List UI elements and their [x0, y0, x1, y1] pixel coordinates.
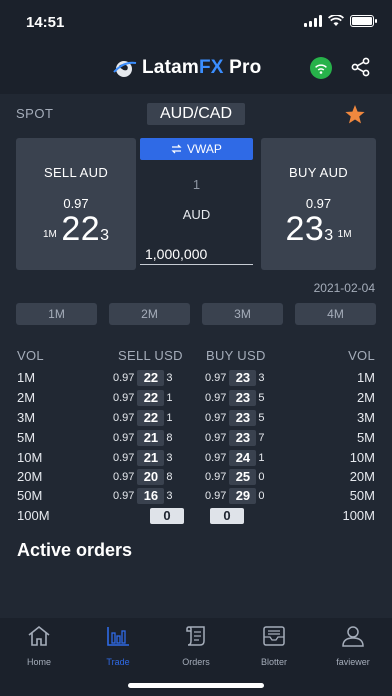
ladder-vol: 2M: [17, 390, 36, 405]
tab-home[interactable]: Home: [3, 624, 75, 667]
ladder-header-buy: BUY USD: [206, 348, 266, 363]
ladder-vol: 100M: [17, 508, 50, 523]
ladder-row: 50M 0.97 16 3 0.97 29 0 50M: [0, 486, 392, 506]
ladder-vol: 100M: [342, 508, 375, 523]
ladder-vol: 50M: [349, 488, 375, 503]
ladder-row: 20M 0.97 20 8 0.97 25 0 20M: [0, 467, 392, 487]
amount-input[interactable]: [140, 243, 253, 265]
ladder-vol: 20M: [349, 469, 375, 484]
tenor-button-2m[interactable]: 2M: [109, 303, 190, 325]
battery-icon: [350, 15, 377, 27]
vwap-label: VWAP: [187, 142, 222, 156]
ladder-sell-quote[interactable]: 0.97 22 1: [113, 389, 173, 407]
ladder-buy-quote[interactable]: 0.97 23 3: [205, 369, 265, 387]
tab-trade[interactable]: Trade: [82, 624, 154, 667]
ladder-sell-quote[interactable]: 0: [150, 507, 184, 525]
tenor-button-1m[interactable]: 1M: [16, 303, 97, 325]
ladder-vol: 3M: [17, 410, 36, 425]
connection-status-icon[interactable]: [310, 57, 332, 79]
cellular-signal-icon: [304, 15, 322, 27]
ladder-buy-quote[interactable]: 0.97 23 7: [205, 429, 265, 447]
sell-price-card[interactable]: SELL AUD 0.97 1M 223: [16, 138, 136, 270]
ladder-row: 100M 0 0 100M: [0, 506, 392, 526]
share-icon[interactable]: [350, 56, 372, 78]
brand-logo: LatamFX Pro: [112, 57, 261, 79]
buy-size: 1M: [337, 229, 352, 240]
ladder-sell-quote[interactable]: 0.97 21 8: [113, 429, 173, 447]
orders-icon: [186, 626, 205, 646]
home-indicator: [128, 683, 264, 688]
blotter-icon: [263, 626, 285, 646]
ladder-buy-quote[interactable]: 0.97 23 5: [205, 409, 265, 427]
buy-price-pip: 3: [324, 227, 334, 244]
ladder-vol: 3M: [356, 410, 375, 425]
currency-pair-selector[interactable]: AUD/CAD: [147, 103, 245, 125]
ladder-vol: 5M: [17, 430, 36, 445]
ladder-vol: 20M: [17, 469, 43, 484]
ladder-vol: 1M: [356, 370, 375, 385]
sell-card-title: SELL AUD: [43, 165, 109, 180]
globe-logo-icon: [113, 61, 137, 77]
app-header: LatamFX Pro: [0, 44, 392, 94]
ladder-row: 1M 0.97 22 3 0.97 23 3 1M: [0, 368, 392, 388]
status-icons: [304, 15, 377, 27]
trade-icon: [107, 627, 129, 646]
buy-price-card[interactable]: BUY AUD 0.97 233 1M: [261, 138, 376, 270]
buy-price-prefix: 0.97: [305, 196, 332, 211]
spot-label: SPOT: [16, 106, 54, 121]
ladder-sell-quote[interactable]: 0.97 21 3: [113, 449, 173, 467]
vwap-button[interactable]: VWAP: [140, 138, 253, 160]
ladder-vol: 10M: [349, 450, 375, 465]
home-icon: [28, 625, 50, 646]
ladder-vol: 5M: [356, 430, 375, 445]
tenor-selector: 1M 2M 3M 4M: [16, 303, 376, 325]
status-time: 14:51: [26, 14, 65, 31]
active-orders-title: Active orders: [17, 540, 133, 560]
ladder-row: 10M 0.97 21 3 0.97 24 1 10M: [0, 448, 392, 468]
ladder-vol: 50M: [17, 488, 43, 503]
value-date: 2021-02-04: [313, 281, 375, 295]
ladder-row: 5M 0.97 21 8 0.97 23 7 5M: [0, 428, 392, 448]
favorite-star-icon[interactable]: [344, 104, 366, 125]
ladder-header-vol-left: VOL: [17, 348, 44, 363]
ladder-row: 2M 0.97 22 1 0.97 23 5 2M: [0, 388, 392, 408]
ladder-buy-quote[interactable]: 0: [210, 507, 244, 525]
buy-price: 233 1M: [261, 210, 376, 249]
ladder-buy-quote[interactable]: 0.97 23 5: [205, 389, 265, 407]
ladder-sell-quote[interactable]: 0.97 22 3: [113, 369, 173, 387]
sell-price-prefix: 0.97: [63, 196, 89, 211]
ladder-header-sell: SELL USD: [118, 348, 183, 363]
sell-price-big: 22: [61, 210, 101, 248]
center-unit: 1: [192, 177, 201, 192]
brand-name: LatamFX Pro: [142, 57, 262, 78]
ladder-header-vol-right: VOL: [348, 348, 375, 363]
tab-blotter[interactable]: Blotter: [238, 624, 310, 667]
tab-user[interactable]: faviewer: [317, 624, 389, 667]
ladder-buy-quote[interactable]: 0.97 29 0: [205, 487, 265, 505]
ladder-row: 3M 0.97 22 1 0.97 23 5 3M: [0, 408, 392, 428]
buy-price-big: 23: [285, 210, 325, 248]
user-icon: [342, 626, 364, 647]
ladder-sell-quote[interactable]: 0.97 20 8: [113, 468, 173, 486]
ladder-buy-quote[interactable]: 0.97 25 0: [205, 468, 265, 486]
tab-orders[interactable]: Orders: [160, 624, 232, 667]
buy-card-title: BUY AUD: [289, 165, 348, 180]
sell-price: 1M 223: [16, 210, 136, 249]
ladder-vol: 10M: [17, 450, 43, 465]
status-bar: 14:51: [0, 0, 392, 44]
ladder-vol: 2M: [356, 390, 375, 405]
tenor-button-3m[interactable]: 3M: [202, 303, 283, 325]
sell-price-pip: 3: [100, 227, 110, 244]
center-currency[interactable]: AUD: [140, 207, 253, 222]
ladder-sell-quote[interactable]: 0.97 16 3: [113, 487, 173, 505]
wifi-status-icon: [328, 15, 344, 26]
tenor-button-4m[interactable]: 4M: [295, 303, 376, 325]
sell-size: 1M: [42, 229, 57, 240]
swap-icon: [171, 144, 182, 154]
ladder-buy-quote[interactable]: 0.97 24 1: [205, 449, 265, 467]
ladder-vol: 1M: [17, 370, 36, 385]
ladder-sell-quote[interactable]: 0.97 22 1: [113, 409, 173, 427]
